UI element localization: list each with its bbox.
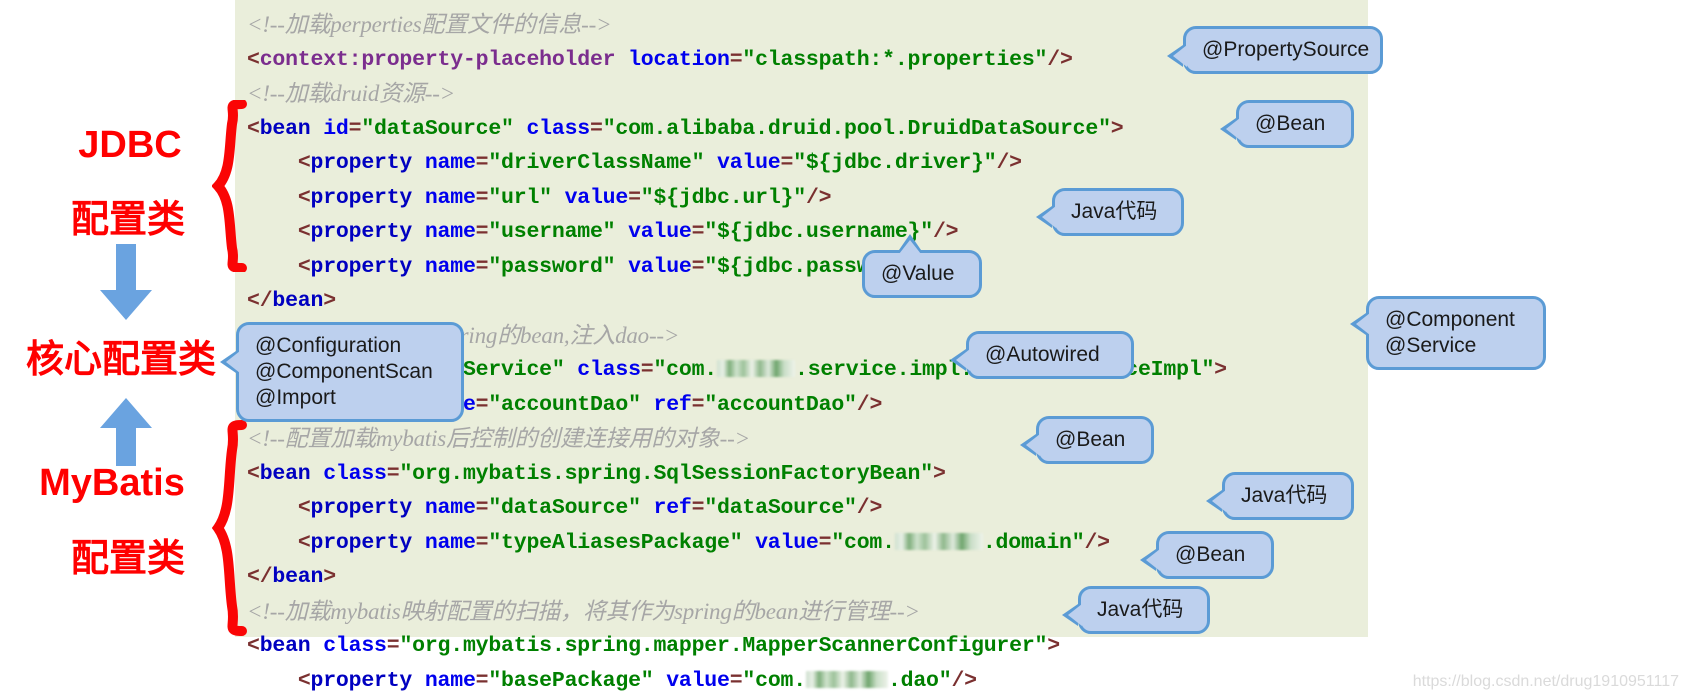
label-jdbc-config-class-line1: JDBC xyxy=(78,124,182,166)
code-line: <property name="password" value="${jdbc.… xyxy=(297,254,959,279)
label-mybatis-config-class-line2: 配置类 xyxy=(70,538,185,580)
code-line: <bean class="org.mybatis.spring.SqlSessi… xyxy=(247,461,946,486)
callout-autowired[interactable]: @Autowired xyxy=(950,331,1134,379)
code-line: <!--配置加载mybatis后控制的创建连接用的对象--> xyxy=(247,426,750,451)
callout-bean-sqlsessionfactory[interactable]: @Bean xyxy=(1020,416,1154,464)
code-line: <property name="username" value="${jdbc.… xyxy=(297,220,959,244)
callout-bean-mapperscanner[interactable]: @Bean xyxy=(1140,531,1274,579)
diagram-canvas: <!--加载perperties配置文件的信息--> <context:prop… xyxy=(0,0,1691,697)
code-line: <bean id="dataSource" class="com.alibaba… xyxy=(247,116,1124,141)
brace-jdbc-group xyxy=(212,100,247,272)
callout-property-source[interactable]: @PropertySource xyxy=(1167,26,1383,74)
callout-java-code-username[interactable]: Java代码 xyxy=(1036,188,1184,236)
label-core-config-class: 核心配置类 xyxy=(25,339,216,381)
callout-value[interactable]: @Value xyxy=(862,234,982,298)
callout-component-service[interactable]: @Component @Service xyxy=(1350,296,1546,370)
code-line: <property name="url" value="${jdbc.url}"… xyxy=(297,185,832,210)
arrow-down-icon xyxy=(100,244,152,320)
redacted-package-icon xyxy=(717,360,795,377)
label-jdbc-config-class-line2: 配置类 xyxy=(70,199,185,241)
redacted-package-icon xyxy=(894,532,983,550)
label-mybatis-config-class-line1: MyBatis xyxy=(39,462,185,504)
arrow-up-icon xyxy=(100,398,152,466)
code-line: <property name="basePackage" value="com.… xyxy=(297,668,977,693)
callout-configuration[interactable]: @Configuration @ComponentScan @Import xyxy=(220,322,464,422)
callout-java-code-basepackage[interactable]: Java代码 xyxy=(1062,586,1210,634)
code-line: </bean> xyxy=(247,289,336,313)
callout-java-code-typealiases[interactable]: Java代码 xyxy=(1206,472,1354,520)
code-line: <property name="driverClassName" value="… xyxy=(297,151,1022,175)
redacted-package-icon xyxy=(805,670,888,688)
code-line: <!--加载druid资源--> xyxy=(247,81,455,106)
watermark: https://blog.csdn.net/drug1910951117 xyxy=(1412,673,1679,690)
callout-bean-datasource[interactable]: @Bean xyxy=(1220,100,1354,148)
code-line: <bean class="org.mybatis.spring.mapper.M… xyxy=(247,634,1060,658)
brace-mybatis-group xyxy=(212,420,247,636)
code-line: <property name="dataSource" ref="dataSou… xyxy=(297,496,883,520)
